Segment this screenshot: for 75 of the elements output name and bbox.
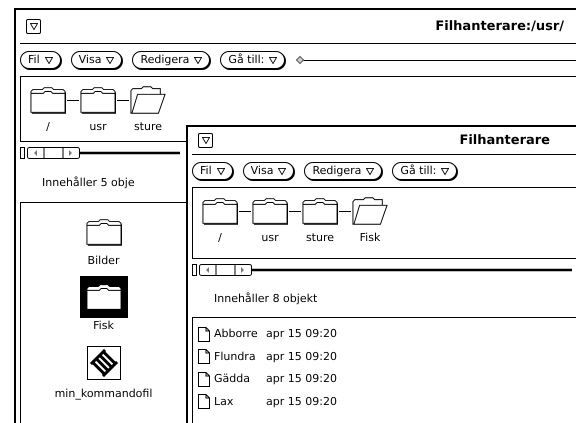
menu-button[interactable]: Gå till: <box>392 162 458 180</box>
menu-button[interactable]: Visa <box>70 51 122 69</box>
file-label: Bilder <box>88 253 120 269</box>
menu-triangle-icon <box>44 56 53 64</box>
document-icon <box>198 394 210 410</box>
file-label: min_kommandofil <box>54 386 152 402</box>
menu-triangle-icon <box>366 168 374 174</box>
path-folder[interactable] <box>202 196 238 226</box>
menu-button[interactable]: Redigera <box>304 162 382 180</box>
command-file-icon <box>86 346 120 380</box>
status-text: Innehåller 8 objekt <box>214 290 318 307</box>
folder-icon <box>202 196 238 226</box>
window-title: Filhanterare:/usr/ <box>435 18 564 36</box>
menu-triangle-icon <box>202 137 210 144</box>
menu-triangle-icon <box>106 56 114 64</box>
folder-icon <box>252 196 288 226</box>
path-input-field[interactable] <box>297 54 576 66</box>
path-folder[interactable] <box>130 85 166 115</box>
path-folder[interactable] <box>352 196 388 226</box>
open-folder-icon <box>352 196 388 226</box>
folder-label: sture <box>306 230 334 246</box>
menu-triangle-icon <box>30 23 38 30</box>
file-date: apr 15 09:20 <box>266 348 337 364</box>
menu-triangle-icon <box>216 168 225 174</box>
document-icon <box>198 326 210 342</box>
menu-button[interactable]: Fil <box>20 51 61 69</box>
file-row[interactable]: Lax apr 15 09:20 <box>193 394 337 410</box>
folder-label: / <box>218 230 222 246</box>
folder-label: Fisk <box>360 230 380 246</box>
path-folder[interactable] <box>30 85 66 115</box>
path-folder[interactable] <box>302 196 338 226</box>
status-text: Innehåller 5 obje <box>42 174 135 191</box>
folder-label: usr <box>89 119 107 135</box>
folder-label: sture <box>134 119 162 135</box>
file-name: Flundra <box>214 348 257 364</box>
window-title: Filhanterare <box>459 132 550 150</box>
file-label: Fisk <box>93 318 114 334</box>
connector-line <box>289 211 301 212</box>
open-folder-icon <box>130 85 166 115</box>
file-icon-button[interactable] <box>80 276 128 318</box>
path-folder[interactable] <box>252 196 288 226</box>
folder-label: usr <box>261 230 279 246</box>
folder-icon <box>80 85 116 115</box>
folder-icon <box>86 217 122 247</box>
document-icon <box>198 372 210 387</box>
menu-triangle-icon <box>278 168 286 174</box>
file-row[interactable]: Abborre apr 15 09:20 <box>193 326 337 342</box>
file-name: Abborre <box>214 326 259 342</box>
path-folder[interactable] <box>80 85 116 115</box>
folder-label: / <box>46 119 50 135</box>
connector-line <box>67 100 79 101</box>
menu-triangle-icon <box>194 56 202 64</box>
connector-line <box>239 211 251 212</box>
horizontal-scrollbar[interactable] <box>20 146 180 160</box>
folder-icon <box>30 85 66 115</box>
window-menu-button[interactable] <box>26 19 41 34</box>
horizontal-scrollbar[interactable] <box>192 263 572 277</box>
menu-triangle-icon <box>269 56 278 64</box>
menu-triangle-icon <box>441 168 450 174</box>
file-name: Gädda <box>214 371 251 387</box>
file-date: apr 15 09:20 <box>266 371 337 387</box>
folder-icon <box>302 196 338 226</box>
file-name: Lax <box>214 394 234 410</box>
connector-line <box>117 100 129 101</box>
document-icon <box>198 349 210 364</box>
file-date: apr 15 09:20 <box>266 326 337 342</box>
file-row[interactable]: Flundra apr 15 09:20 <box>193 348 337 365</box>
menu-button[interactable]: Gå till: <box>220 51 286 69</box>
window-menu-button[interactable] <box>198 133 213 148</box>
menu-button[interactable]: Visa <box>242 162 294 180</box>
menu-button[interactable]: Fil <box>192 162 233 180</box>
menu-button[interactable]: Redigera <box>132 51 210 69</box>
file-date: apr 15 09:20 <box>266 394 337 410</box>
file-row[interactable]: Gädda apr 15 09:20 <box>193 371 337 388</box>
connector-line <box>339 211 351 212</box>
